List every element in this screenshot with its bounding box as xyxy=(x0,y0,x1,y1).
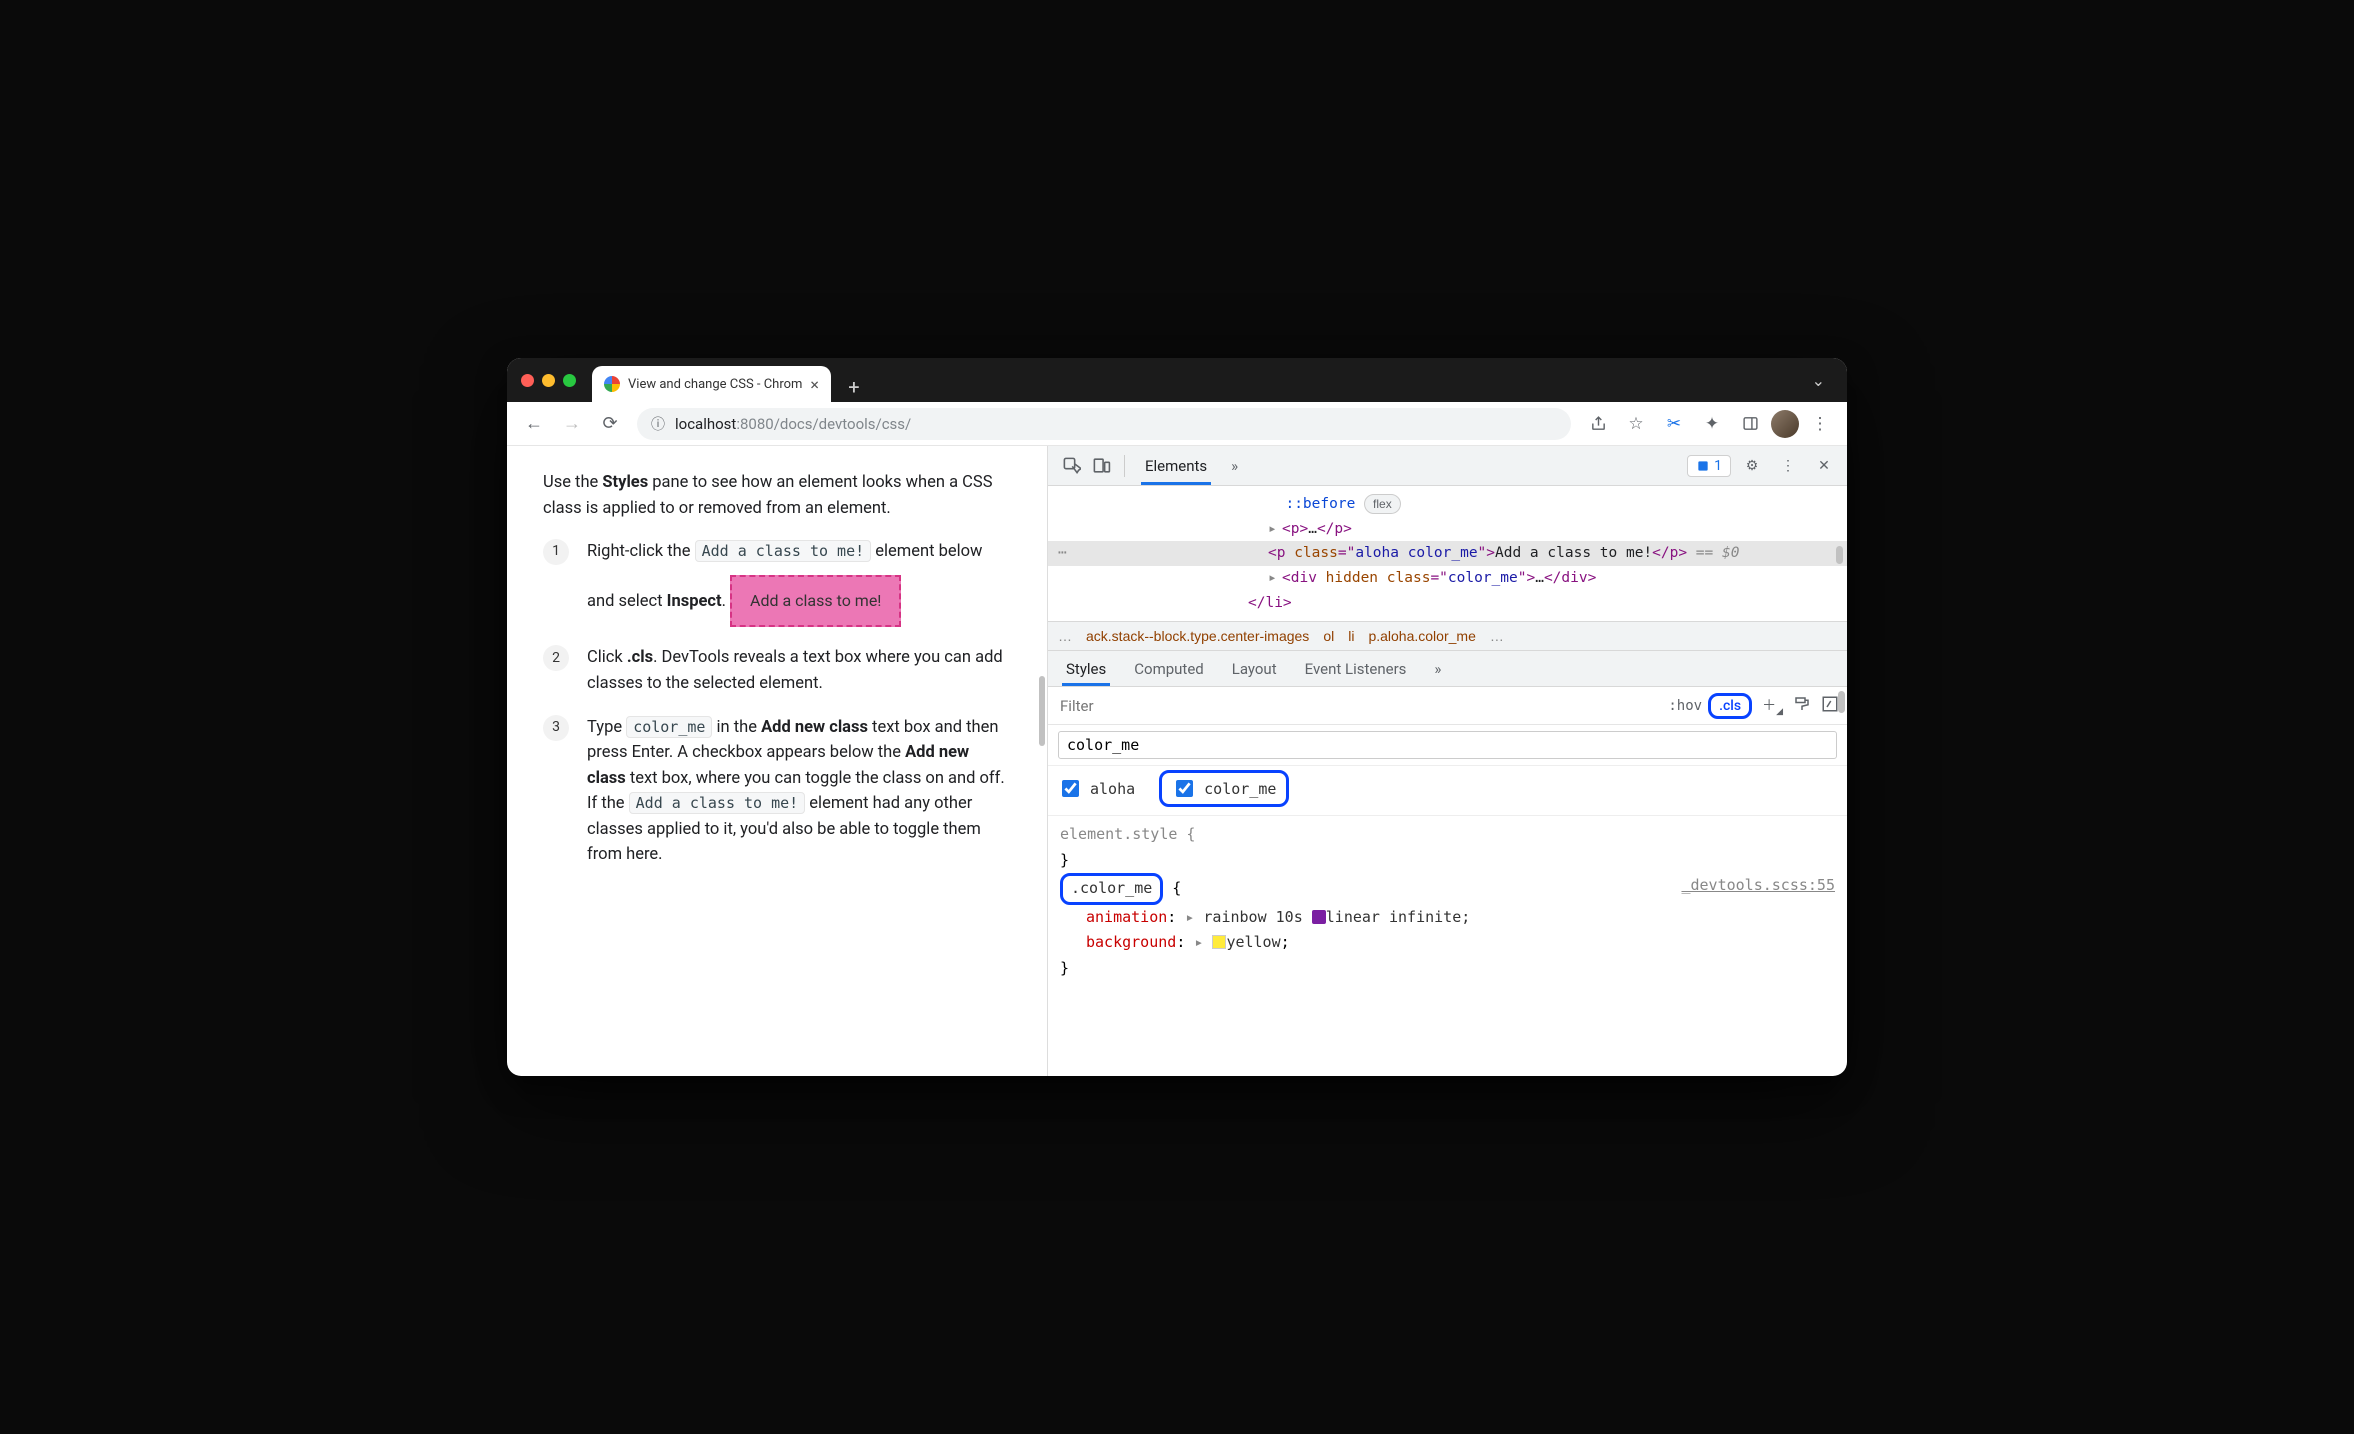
subtab-event-listeners[interactable]: Event Listeners xyxy=(1291,651,1421,686)
kebab-menu-icon[interactable]: ⋮ xyxy=(1773,451,1803,481)
subtab-more-icon[interactable]: » xyxy=(1420,651,1455,686)
tab-title: View and change CSS - Chrom xyxy=(628,377,802,392)
page-content: Use the Styles pane to see how an elemen… xyxy=(507,446,1047,1076)
styles-subtabs: Styles Computed Layout Event Listeners » xyxy=(1048,651,1847,687)
content-area: Use the Styles pane to see how an elemen… xyxy=(507,446,1847,1076)
scrollbar-thumb[interactable] xyxy=(1039,676,1045,746)
dom-node[interactable]: ▸<p>…</p> xyxy=(1058,517,1837,542)
step-number: 2 xyxy=(543,645,569,671)
new-rule-icon[interactable]: ＋◢ xyxy=(1762,695,1783,717)
profile-avatar[interactable] xyxy=(1771,410,1799,438)
dom-node[interactable]: ▸<div hidden class="color_me">…</div> xyxy=(1058,566,1837,591)
tab-more-icon[interactable]: » xyxy=(1219,446,1250,485)
minimize-window-button[interactable] xyxy=(542,374,555,387)
css-property[interactable]: background xyxy=(1086,933,1176,951)
checkbox[interactable] xyxy=(1176,780,1193,797)
settings-icon[interactable]: ⚙ xyxy=(1737,451,1767,481)
class-toggle-color-me[interactable]: color_me xyxy=(1159,770,1289,807)
device-mode-icon[interactable] xyxy=(1086,451,1116,481)
new-tab-button[interactable]: + xyxy=(839,372,869,402)
step-3: 3 Type color_me in the Add new class tex… xyxy=(543,715,1011,868)
code-inline: Add a class to me! xyxy=(629,792,806,814)
breadcrumb-more-right[interactable]: … xyxy=(1490,628,1504,644)
extensions-icon[interactable]: ✦ xyxy=(1695,407,1729,441)
browser-window: View and change CSS - Chrom × + ⌄ ← → ⟳ … xyxy=(507,358,1847,1076)
class-toggles: aloha color_me xyxy=(1048,766,1847,816)
tab-strip: View and change CSS - Chrom × + xyxy=(592,358,869,402)
breadcrumb-more-left[interactable]: … xyxy=(1058,628,1072,644)
styles-toolbar: :hov .cls ＋◢ xyxy=(1048,687,1847,725)
bookmark-icon[interactable]: ☆ xyxy=(1619,407,1653,441)
color-swatch-icon[interactable] xyxy=(1212,935,1226,949)
scrollbar-thumb[interactable] xyxy=(1838,691,1845,713)
dom-node[interactable]: ::before flex xyxy=(1058,492,1837,517)
maximize-window-button[interactable] xyxy=(563,374,576,387)
dom-node[interactable]: </li> xyxy=(1058,591,1837,616)
easing-swatch-icon[interactable] xyxy=(1312,910,1326,924)
subtab-styles[interactable]: Styles xyxy=(1052,651,1120,686)
scrollbar-thumb[interactable] xyxy=(1836,546,1843,564)
back-button[interactable]: ← xyxy=(517,407,551,441)
flex-badge[interactable]: flex xyxy=(1364,494,1401,514)
toolbar: ← → ⟳ ⓘ localhost:8080/docs/devtools/css… xyxy=(507,402,1847,446)
step-number: 1 xyxy=(543,539,569,565)
checkbox[interactable] xyxy=(1062,780,1079,797)
subtab-computed[interactable]: Computed xyxy=(1120,651,1218,686)
scissors-icon[interactable]: ✂ xyxy=(1657,407,1691,441)
add-class-input[interactable] xyxy=(1058,731,1837,759)
code-inline: Add a class to me! xyxy=(695,540,872,562)
window-controls xyxy=(521,374,576,387)
paint-icon[interactable] xyxy=(1793,695,1811,717)
step-1: 1 Right-click the Add a class to me! ele… xyxy=(543,539,1011,627)
demo-element[interactable]: Add a class to me! xyxy=(730,575,901,628)
dom-node-selected[interactable]: ⋯ <p class="aloha color_me">Add a class … xyxy=(1048,541,1847,566)
step-2: 2 Click .cls. DevTools reveals a text bo… xyxy=(543,645,1011,696)
panel-icon[interactable] xyxy=(1733,407,1767,441)
tab-elements[interactable]: Elements xyxy=(1133,446,1219,485)
subtab-layout[interactable]: Layout xyxy=(1218,651,1291,686)
add-class-row xyxy=(1048,725,1847,766)
computed-toggle-icon[interactable] xyxy=(1821,695,1839,717)
intro-text: Use the Styles pane to see how an elemen… xyxy=(543,470,1011,521)
close-window-button[interactable] xyxy=(521,374,534,387)
forward-button[interactable]: → xyxy=(555,407,589,441)
rule-source-link[interactable]: _devtools.scss:55 xyxy=(1681,873,1835,899)
steps-list: 1 Right-click the Add a class to me! ele… xyxy=(543,539,1011,868)
reload-button[interactable]: ⟳ xyxy=(593,407,627,441)
close-devtools-icon[interactable]: ✕ xyxy=(1809,451,1839,481)
site-info-icon[interactable]: ⓘ xyxy=(651,414,665,434)
menu-icon[interactable]: ⋮ xyxy=(1803,407,1837,441)
class-toggle-aloha[interactable]: aloha xyxy=(1058,777,1135,800)
step-number: 3 xyxy=(543,715,569,741)
rule-selector-color-me[interactable]: .color_me xyxy=(1060,873,1163,905)
css-property[interactable]: animation xyxy=(1086,908,1167,926)
issues-badge[interactable]: 1 xyxy=(1687,455,1731,477)
breadcrumb-item[interactable]: ol xyxy=(1323,628,1334,644)
close-tab-icon[interactable]: × xyxy=(810,375,819,394)
address-bar[interactable]: ⓘ localhost:8080/docs/devtools/css/ xyxy=(637,408,1571,440)
code-inline: color_me xyxy=(626,716,712,738)
cls-toggle[interactable]: .cls xyxy=(1708,693,1752,719)
url-text: localhost:8080/docs/devtools/css/ xyxy=(675,415,911,433)
hov-toggle[interactable]: :hov xyxy=(1662,696,1708,716)
dom-breadcrumbs[interactable]: … ack.stack--block.type.center-images ol… xyxy=(1048,621,1847,651)
titlebar: View and change CSS - Chrom × + ⌄ xyxy=(507,358,1847,402)
dom-tree[interactable]: ::before flex ▸<p>…</p> ⋯ <p class="aloh… xyxy=(1048,486,1847,621)
ellipsis-icon[interactable]: ⋯ xyxy=(1058,541,1067,566)
devtools-toolbar: Elements » 1 ⚙ ⋮ ✕ xyxy=(1048,446,1847,486)
share-icon[interactable] xyxy=(1581,407,1615,441)
rule-selector[interactable]: element.style { xyxy=(1060,825,1195,843)
breadcrumb-item[interactable]: ack.stack--block.type.center-images xyxy=(1086,628,1309,644)
breadcrumb-item[interactable]: li xyxy=(1348,628,1354,644)
inspect-icon[interactable] xyxy=(1056,451,1086,481)
chrome-icon xyxy=(604,376,620,392)
expand-tabs-icon[interactable]: ⌄ xyxy=(1804,371,1833,390)
browser-tab[interactable]: View and change CSS - Chrom × xyxy=(592,366,831,402)
filter-input[interactable] xyxy=(1056,691,1662,721)
breadcrumb-item[interactable]: p.aloha.color_me xyxy=(1368,628,1475,644)
css-rules[interactable]: element.style { } .color_me { _devtools.… xyxy=(1048,816,1847,1076)
devtools-pane: Elements » 1 ⚙ ⋮ ✕ ::before flex xyxy=(1047,446,1847,1076)
